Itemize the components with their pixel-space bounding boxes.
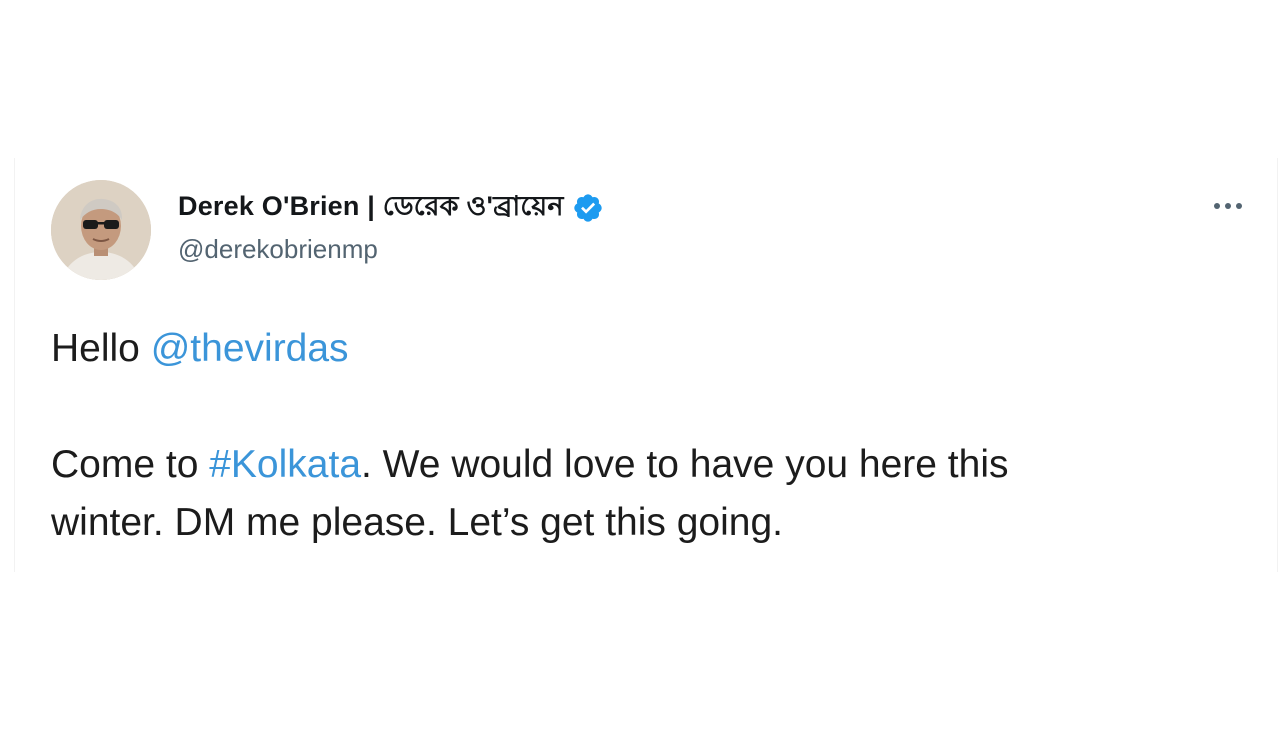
invite-prefix-text: Come to xyxy=(51,443,210,486)
tweet-card[interactable]: Derek O'Brien | ডেরেক ও'ব্রায়েন @dereko… xyxy=(14,158,1278,572)
tweet-line-greeting: Hello @thevirdas xyxy=(51,320,1261,378)
author-name-row[interactable]: Derek O'Brien | ডেরেক ও'ব্রায়েন xyxy=(178,190,604,226)
greeting-text: Hello xyxy=(51,327,151,370)
mention-link[interactable]: @thevirdas xyxy=(151,327,349,370)
author-handle[interactable]: @derekobrienmp xyxy=(178,234,378,265)
verified-badge-icon xyxy=(572,192,604,224)
author-avatar[interactable] xyxy=(51,180,151,280)
more-options-button[interactable] xyxy=(1205,188,1251,224)
author-display-name[interactable]: Derek O'Brien | ডেরেক ও'ব্রায়েন xyxy=(178,186,564,231)
avatar-image xyxy=(51,180,151,280)
tweet-line-invite: Come to #Kolkata. We would love to have … xyxy=(51,436,1261,494)
tweet-body: Hello @thevirdas Come to #Kolkata. We wo… xyxy=(51,320,1261,552)
tweet-line-closing: winter. DM me please. Let’s get this goi… xyxy=(51,501,783,544)
hashtag-link[interactable]: #Kolkata xyxy=(209,443,361,486)
invite-suffix-text: . We would love to have you here this xyxy=(361,443,1009,486)
more-horizontal-icon xyxy=(1214,203,1242,209)
